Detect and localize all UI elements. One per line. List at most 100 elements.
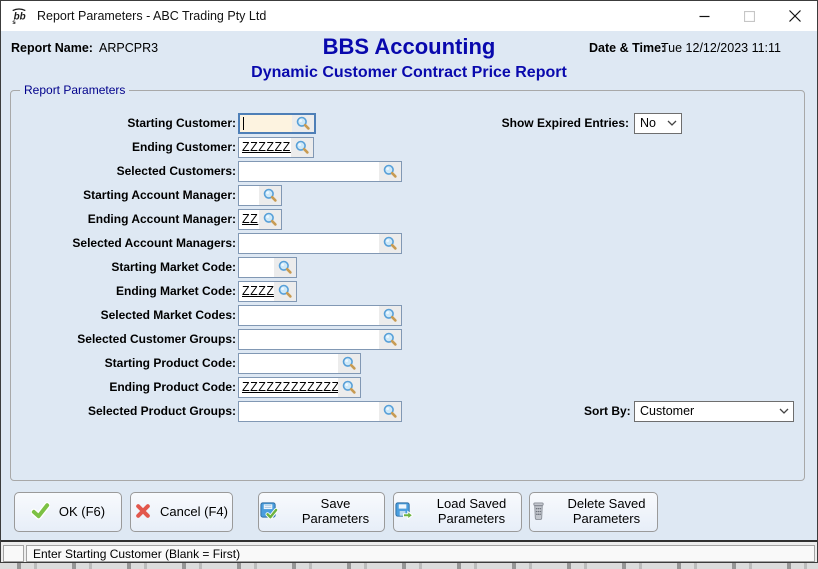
ok-button-label: OK (F6) [59,505,105,520]
maximize-button[interactable] [727,1,772,31]
magnifier-icon [382,307,398,323]
report-title: Dynamic Customer Contract Price Report [1,64,817,82]
magnifier-icon [341,379,357,395]
lookup-field-starting-market-code [238,257,297,278]
starting-market-code-label: Starting Market Code: [11,260,236,274]
delete-button-label: Delete Saved Parameters [556,497,657,527]
save-button[interactable]: Save Parameters [258,492,385,532]
save-disk-check-icon [259,501,278,523]
minimize-button[interactable] [682,1,727,31]
starting-account-manager-lookup-button[interactable] [259,186,281,205]
minimize-icon [699,11,710,22]
magnifier-icon [382,403,398,419]
ending-market-code-label: Ending Market Code: [11,284,236,298]
check-icon [31,501,50,523]
show-expired-value: No [640,116,663,130]
cancel-button[interactable]: Cancel (F4) [130,492,233,532]
ending-market-code-input[interactable]: ZZZZ [239,282,274,301]
parameter-fields: Starting Customer:Ending Customer:ZZZZZZ… [11,111,402,423]
starting-customer-input[interactable] [240,115,292,132]
bbs-logo-icon: bb s [9,6,29,26]
magnifier-icon [277,259,293,275]
cross-icon [135,503,151,522]
field-row: Selected Customers: [11,159,402,183]
lookup-field-selected-customer-groups [238,329,402,350]
ending-customer-value: ZZZZZZ [242,140,291,154]
lookup-field-starting-account-manager [238,185,282,206]
text-caret [243,117,244,130]
header: Report Name: ARPCPR3 BBS Accounting Dyna… [1,31,817,91]
window-controls [682,1,817,31]
selected-customer-groups-label: Selected Customer Groups: [11,332,236,346]
magnifier-icon [382,235,398,251]
ok-button[interactable]: OK (F6) [14,492,122,532]
selected-customer-groups-lookup-button[interactable] [379,330,401,349]
ending-account-manager-value: ZZ [242,212,258,226]
chevron-down-icon [775,408,793,414]
field-row: Ending Product Code:ZZZZZZZZZZZZ [11,375,402,399]
selected-market-codes-lookup-button[interactable] [379,306,401,325]
ending-product-code-label: Ending Product Code: [11,380,236,394]
starting-product-code-input[interactable] [239,354,338,373]
starting-market-code-input[interactable] [239,258,274,277]
load-button[interactable]: Load Saved Parameters [393,492,522,532]
selected-customers-lookup-button[interactable] [379,162,401,181]
button-bar: OK (F6) Cancel (F4) Save ParametersLoad Sa… [1,492,817,534]
field-row: Selected Market Codes: [11,303,402,327]
selected-account-managers-input[interactable] [239,234,379,253]
selected-product-groups-input[interactable] [239,402,379,421]
ending-account-manager-label: Ending Account Manager: [11,212,236,226]
ending-account-manager-lookup-button[interactable] [259,210,281,229]
selected-account-managers-lookup-button[interactable] [379,234,401,253]
cancel-button-label: Cancel (F4) [160,505,228,520]
starting-market-code-lookup-button[interactable] [274,258,296,277]
lookup-field-selected-market-codes [238,305,402,326]
field-row: Selected Product Groups: [11,399,402,423]
ending-customer-input[interactable]: ZZZZZZ [239,138,291,157]
field-row: Ending Account Manager: ZZ [11,207,402,231]
selected-customer-groups-input[interactable] [239,330,379,349]
delete-bin-icon [530,501,547,523]
close-button[interactable] [772,1,817,31]
ending-customer-lookup-button[interactable] [291,138,313,157]
report-parameters-group: Report Parameters Starting Customer:Endi… [10,90,805,481]
selected-market-codes-input[interactable] [239,306,379,325]
lookup-field-selected-customers [238,161,402,182]
selected-product-groups-lookup-button[interactable] [379,402,401,421]
report-parameters-window: bb s Report Parameters - ABC Trading Pty… [0,0,818,563]
status-message-cell: Enter Starting Customer (Blank = First) [26,545,815,562]
load-disk-arrow-icon [394,501,413,523]
sort-by-select[interactable]: Customer [634,401,794,422]
lookup-field-selected-account-managers [238,233,402,254]
delete-button[interactable]: Delete Saved Parameters [529,492,658,532]
field-row: Starting Product Code: [11,351,402,375]
ending-product-code-input[interactable]: ZZZZZZZZZZZZ [239,378,338,397]
starting-product-code-lookup-button[interactable] [338,354,360,373]
field-row: Starting Customer: [11,111,402,135]
magnifier-icon [382,331,398,347]
lookup-field-ending-market-code: ZZZZ [238,281,297,302]
ending-customer-label: Ending Customer: [11,140,236,154]
chevron-down-icon [663,120,681,126]
starting-customer-label: Starting Customer: [11,116,236,130]
window-title: Report Parameters - ABC Trading Pty Ltd [37,9,266,23]
magnifier-icon [295,115,311,131]
show-expired-select[interactable]: No [634,113,682,134]
svg-text:s: s [12,19,16,25]
lookup-field-starting-customer [238,113,316,134]
selected-customers-input[interactable] [239,162,379,181]
field-row: Starting Account Manager: [11,183,402,207]
magnifier-icon [262,187,278,203]
show-expired-row: Show Expired Entries: No [501,111,682,135]
starting-account-manager-input[interactable] [239,186,259,205]
ending-market-code-lookup-button[interactable] [274,282,296,301]
status-bar: Enter Starting Customer (Blank = First) [1,542,817,562]
starting-customer-lookup-button[interactable] [292,115,314,132]
ending-account-manager-input[interactable]: ZZ [239,210,259,229]
field-row: Ending Customer: ZZZZZZ [11,135,402,159]
selected-market-codes-label: Selected Market Codes: [11,308,236,322]
ending-product-code-lookup-button[interactable] [338,378,360,397]
magnifier-icon [262,211,278,227]
lookup-field-ending-product-code: ZZZZZZZZZZZZ [238,377,361,398]
lookup-field-ending-account-manager: ZZ [238,209,282,230]
